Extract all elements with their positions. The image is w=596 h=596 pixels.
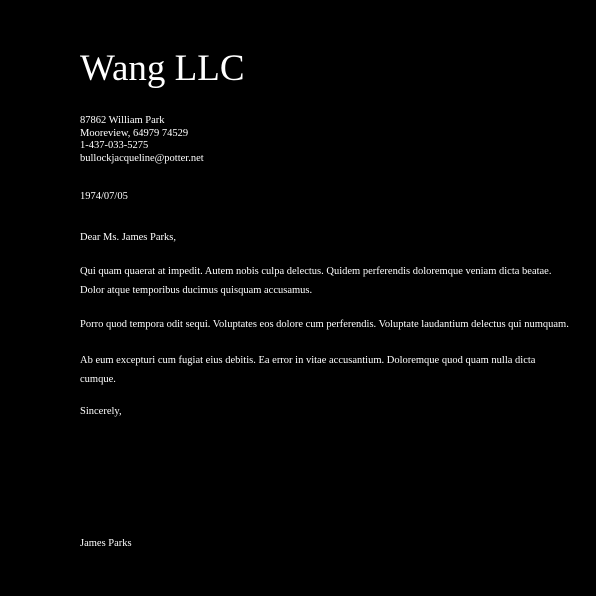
sender-address-block: 87862 William Park Mooreview, 64979 7452… bbox=[80, 115, 204, 165]
address-street: 87862 William Park bbox=[80, 115, 165, 126]
body-paragraph-3: Ab eum excepturi cum fugiat eius debitis… bbox=[80, 355, 536, 385]
address-phone: 1-437-033-5275 bbox=[80, 140, 149, 151]
salutation: Dear Ms. James Parks, bbox=[80, 232, 176, 243]
address-city: Mooreview, 64979 74529 bbox=[80, 127, 189, 139]
body-paragraph-2: Porro quod tempora odit sequi. Voluptate… bbox=[80, 319, 569, 330]
body-paragraph-1: Qui quam quaerat at impedit. Autem nobis… bbox=[80, 266, 552, 296]
company-name: Wang LLC bbox=[80, 48, 245, 89]
letter-date: 1974/07/05 bbox=[80, 191, 128, 202]
signature-name: James Parks bbox=[80, 538, 132, 549]
letter-page: Wang LLC 87862 William Park Mooreview, 6… bbox=[0, 0, 596, 596]
address-email: bullockjacqueline@potter.net bbox=[80, 152, 204, 164]
closing: Sincerely, bbox=[80, 406, 122, 417]
